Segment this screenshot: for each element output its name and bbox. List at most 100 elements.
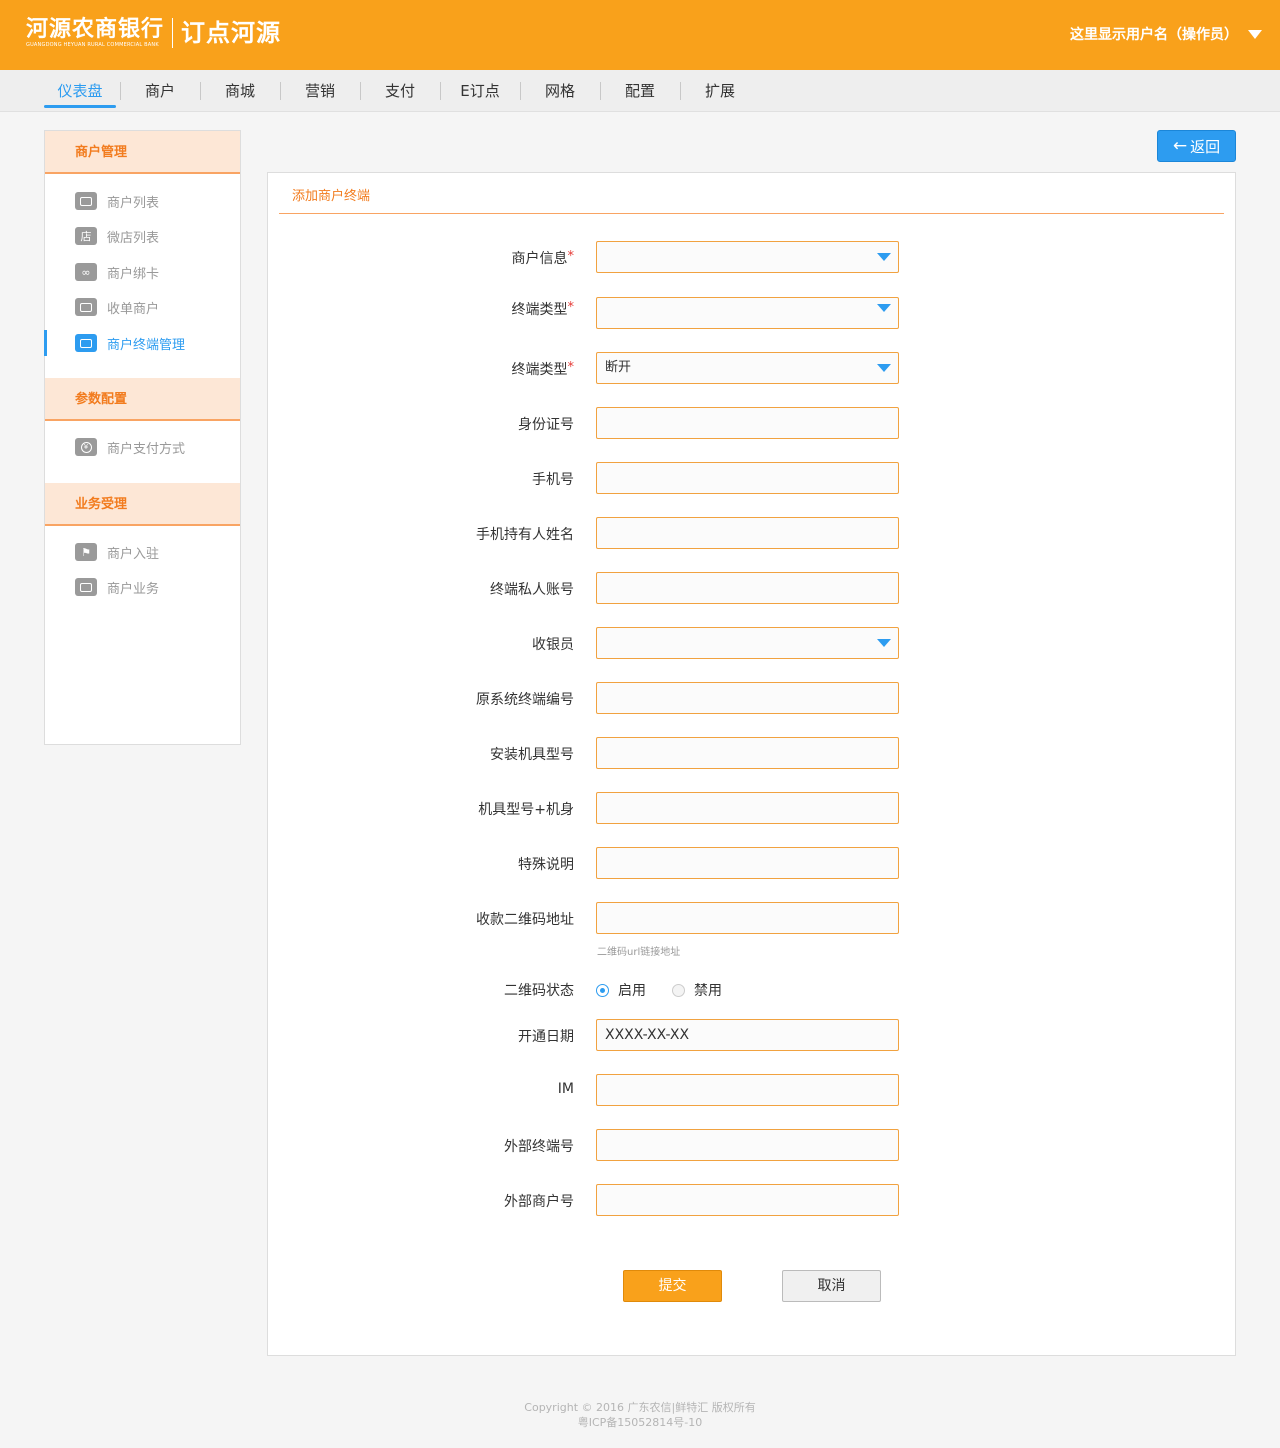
- external-merchant-input[interactable]: [596, 1184, 899, 1216]
- logo-divider: [172, 18, 174, 48]
- field-label: 开通日期: [518, 1029, 574, 1045]
- yuan-icon: ¥: [75, 438, 97, 456]
- nav-item-e-order[interactable]: E订点: [440, 70, 520, 112]
- field-label: 机具型号+机身: [478, 802, 574, 818]
- cashier-select[interactable]: [596, 627, 899, 659]
- sidebar-group-parameter-config[interactable]: 参数配置: [45, 378, 240, 421]
- radio-disabled-label[interactable]: 禁用: [694, 980, 722, 1000]
- private-account-input[interactable]: [596, 572, 899, 604]
- icp-text: 粤ICP备15052814号-10: [577, 1416, 703, 1429]
- field-label: 手机号: [532, 472, 574, 488]
- nav-item-dashboard[interactable]: 仪表盘: [40, 70, 120, 112]
- radio-enabled-label[interactable]: 启用: [618, 980, 646, 1000]
- field-label: 二维码状态: [504, 983, 574, 999]
- form-row-merchant-info: 商户信息*: [268, 241, 1237, 273]
- open-date-input[interactable]: XXXX-XX-XX: [596, 1019, 899, 1051]
- back-button[interactable]: ← 返回: [1157, 130, 1236, 162]
- user-menu[interactable]: 这里显示用户名（操作员）: [1070, 24, 1262, 44]
- qr-status-radio-group: 启用 禁用: [596, 980, 748, 1000]
- field-label: 原系统终端编号: [476, 692, 574, 708]
- nav-item-mall[interactable]: 商城: [200, 70, 280, 112]
- field-label: 手机持有人姓名: [476, 527, 574, 543]
- field-label: 商户信息*: [512, 248, 575, 268]
- footer: Copyright © 2016 广东农信|鲜特汇 版权所有 粤ICP备1505…: [0, 1400, 1280, 1430]
- sidebar-group-business-acceptance[interactable]: 业务受理: [45, 483, 240, 526]
- terminal-icon: [75, 334, 97, 352]
- required-mark: *: [567, 300, 575, 315]
- sidebar-item-acquiring-merchant[interactable]: 收单商户: [45, 294, 240, 320]
- receipt-icon: [75, 298, 97, 316]
- sidebar-item-merchant-list[interactable]: 商户列表: [45, 188, 240, 214]
- sidebar-item-micro-shop-list[interactable]: 店 微店列表: [45, 223, 240, 249]
- field-label: 外部终端号: [504, 1139, 574, 1155]
- bank-name-en: GUANGDONG HEYUAN RURAL COMMERCIAL BANK: [26, 42, 159, 48]
- original-terminal-number-input[interactable]: [596, 682, 899, 714]
- nav-item-marketing[interactable]: 营销: [280, 70, 360, 112]
- nav-item-merchant[interactable]: 商户: [120, 70, 200, 112]
- select-value: 断开: [605, 360, 632, 375]
- sidebar-item-label: 商户业务: [107, 581, 160, 597]
- form-row-phone-holder-name: 手机持有人姓名: [268, 517, 1237, 549]
- field-label: 收银员: [532, 637, 574, 653]
- qr-url-input[interactable]: [596, 902, 899, 934]
- main-nav: 仪表盘 商户 商城 营销 支付 E订点 网格 配置 扩展: [0, 70, 1280, 112]
- sidebar-item-merchant-terminal-management[interactable]: 商户终端管理: [44, 330, 240, 356]
- shop-icon: 店: [75, 227, 97, 245]
- field-label: 终端私人账号: [490, 582, 574, 598]
- radio-enabled[interactable]: [596, 983, 609, 997]
- field-label: IM: [557, 1081, 574, 1097]
- user-name: 这里显示用户名（操作员）: [1070, 27, 1238, 43]
- nav-item-payment[interactable]: 支付: [360, 70, 440, 112]
- form-row-external-merchant: 外部商户号: [268, 1184, 1237, 1216]
- chevron-down-icon: [877, 253, 891, 261]
- sidebar-item-merchant-business[interactable]: 商户业务: [45, 574, 240, 600]
- form-row-terminal-type-2: 终端类型* 断开: [268, 352, 1237, 384]
- terminal-type-select[interactable]: [596, 297, 899, 329]
- phone-holder-name-input[interactable]: [596, 517, 899, 549]
- nav-item-grid[interactable]: 网格: [520, 70, 600, 112]
- sidebar-group-merchant-management[interactable]: 商户管理: [45, 131, 240, 174]
- sidebar-item-merchant-payment-method[interactable]: ¥ 商户支付方式: [45, 434, 240, 460]
- sidebar-item-merchant-bind-card[interactable]: ∞ 商户绑卡: [45, 259, 240, 285]
- required-mark: *: [567, 249, 575, 264]
- form-row-im: IM: [268, 1074, 1237, 1106]
- nav-item-extension[interactable]: 扩展: [680, 70, 760, 112]
- sidebar-item-label: 收单商户: [107, 301, 160, 317]
- external-terminal-input[interactable]: [596, 1129, 899, 1161]
- field-label-text: 终端类型: [511, 362, 568, 378]
- store-icon: [75, 192, 97, 210]
- sidebar-item-label: 商户列表: [107, 195, 160, 211]
- device-serial-input[interactable]: [596, 792, 899, 824]
- phone-input[interactable]: [596, 462, 899, 494]
- radio-disabled[interactable]: [672, 983, 685, 997]
- field-label: 身份证号: [518, 417, 574, 433]
- terminal-status-select[interactable]: 断开: [596, 352, 899, 384]
- bank-name: 河源农商银行: [26, 17, 165, 42]
- form-row-cashier: 收银员: [268, 627, 1237, 659]
- app-name: 订点河源: [181, 19, 282, 47]
- title-divider: [279, 213, 1224, 214]
- form-row-special-notes: 特殊说明: [268, 847, 1237, 879]
- form-row-id-number: 身份证号: [268, 407, 1237, 439]
- chevron-down-icon: [877, 364, 891, 372]
- field-label: 安装机具型号: [490, 747, 574, 763]
- top-bar: 河源农商银行 GUANGDONG HEYUAN RURAL COMMERCIAL…: [0, 0, 1280, 70]
- field-label: 收款二维码地址: [476, 912, 574, 928]
- sidebar-item-merchant-onboarding[interactable]: ⚑ 商户入驻: [45, 539, 240, 565]
- logo[interactable]: 河源农商银行 GUANGDONG HEYUAN RURAL COMMERCIAL…: [26, 18, 281, 49]
- form-row-external-terminal: 外部终端号: [268, 1129, 1237, 1161]
- merchant-info-select[interactable]: [596, 241, 899, 273]
- nav-item-config[interactable]: 配置: [600, 70, 680, 112]
- special-notes-input[interactable]: [596, 847, 899, 879]
- id-number-input[interactable]: [596, 407, 899, 439]
- sidebar-item-label: 微店列表: [107, 230, 160, 246]
- cancel-button[interactable]: 取消: [782, 1270, 881, 1302]
- field-label-text: 商户信息: [511, 251, 568, 267]
- submit-button[interactable]: 提交: [623, 1270, 722, 1302]
- form-title: 添加商户终端: [292, 189, 371, 204]
- form-row-phone: 手机号: [268, 462, 1237, 494]
- form-row-open-date: 开通日期 XXXX-XX-XX: [268, 1019, 1237, 1051]
- form-panel: 添加商户终端 商户信息* 终端类型* 终端类型* 断开 身份证号 手机号 手机持…: [267, 172, 1236, 1356]
- device-model-input[interactable]: [596, 737, 899, 769]
- im-input[interactable]: [596, 1074, 899, 1106]
